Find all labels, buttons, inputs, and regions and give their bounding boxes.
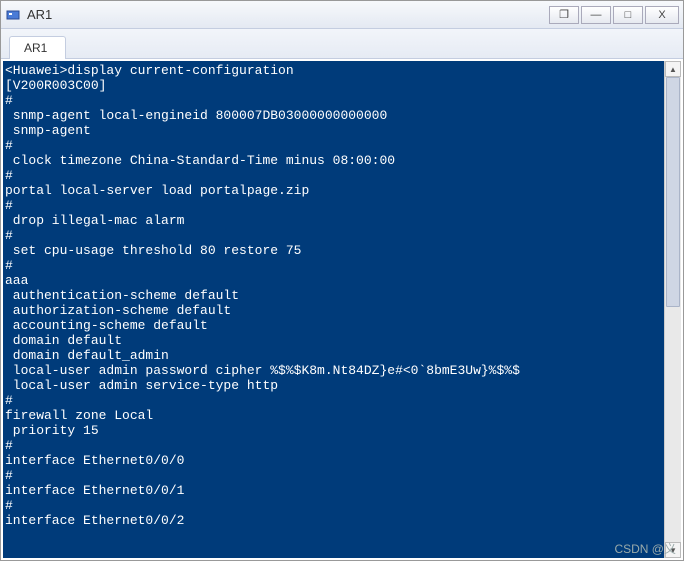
maximize-button[interactable]: □ [613,6,643,24]
close-button[interactable]: X [645,6,679,24]
scrollbar-thumb[interactable] [666,77,680,307]
window-title: AR1 [27,7,549,22]
app-window: AR1 ❐ — □ X AR1 <Huawei>display current-… [0,0,684,561]
titlebar[interactable]: AR1 ❐ — □ X [1,1,683,29]
terminal-output[interactable]: <Huawei>display current-configuration [V… [3,61,681,558]
tab-ar1[interactable]: AR1 [9,36,66,59]
scrollbar[interactable]: ▲ ▼ [664,61,681,558]
app-icon [5,7,21,23]
terminal-container: <Huawei>display current-configuration [V… [1,59,683,560]
scroll-up-button[interactable]: ▲ [665,61,681,77]
minimize-button[interactable]: — [581,6,611,24]
scroll-down-button[interactable]: ▼ [665,542,681,558]
titlebar-buttons: ❐ — □ X [549,6,679,24]
tabbar: AR1 [1,29,683,59]
restore-button[interactable]: ❐ [549,6,579,24]
